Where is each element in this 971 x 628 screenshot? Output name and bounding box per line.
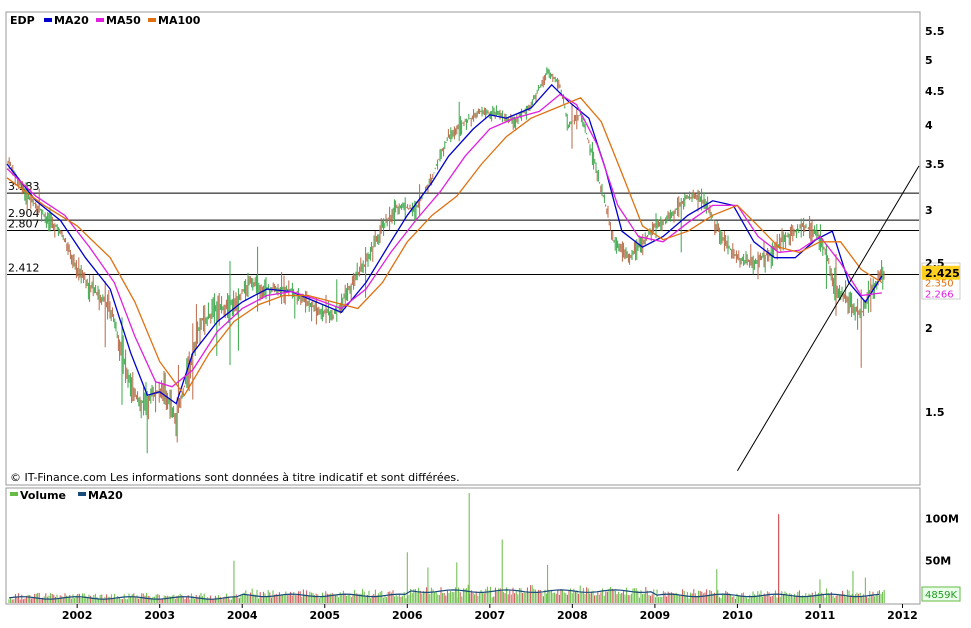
x-tick-label: 2008 xyxy=(557,609,588,622)
value-badges: 2.4252.3502.2664859K xyxy=(921,265,961,602)
volume-panel xyxy=(5,487,921,605)
y-tick-label: 5.5 xyxy=(925,25,945,38)
legend-swatch xyxy=(96,18,104,22)
y-tick-label: 3.5 xyxy=(925,158,945,171)
y-tick-label: 1.5 xyxy=(925,406,945,419)
x-tick-label: 2002 xyxy=(62,609,93,622)
y-tick-label: 3 xyxy=(925,204,933,217)
x-tick-label: 2006 xyxy=(392,609,423,622)
legend-swatch xyxy=(44,18,52,22)
side-value-label: 2.350 xyxy=(925,279,954,290)
legend-item: MA100 xyxy=(158,14,201,27)
level-label: 2.807 xyxy=(8,217,40,230)
volume-tick-label: 50M xyxy=(925,555,951,568)
x-tick-label: 2011 xyxy=(805,609,836,622)
y-tick-label: 2 xyxy=(925,322,933,335)
legend-swatch xyxy=(10,492,18,496)
legend-item: MA20 xyxy=(54,14,89,27)
x-tick-label: 2010 xyxy=(722,609,753,622)
price-axis: 5.554.543.532.521.5 xyxy=(925,25,945,419)
legend-swatch xyxy=(148,18,156,22)
legend-item: MA20 xyxy=(88,489,123,502)
volume-tick-label: 100M xyxy=(925,512,959,525)
legend-item: Volume xyxy=(20,489,66,502)
y-tick-label: 5 xyxy=(925,54,933,67)
x-tick-label: 2003 xyxy=(144,609,175,622)
volume-last-label: 4859K xyxy=(925,590,957,601)
legend-item: EDP xyxy=(10,14,35,27)
side-value-label: 2.266 xyxy=(925,289,954,300)
stock-chart: 3.1832.9042.8072.412 5.554.543.532.521.5… xyxy=(5,11,961,622)
date-axis: 2002 2003 2004 2005 2006 2007 2008 2009 2010 2011… xyxy=(62,604,918,622)
y-tick-label: 4 xyxy=(925,119,933,132)
legend-item: MA50 xyxy=(106,14,141,27)
x-tick-label: 2009 xyxy=(640,609,671,622)
copyright-note: © IT-Finance.com Les informations sont d… xyxy=(10,471,460,484)
x-tick-label: 2004 xyxy=(227,609,258,622)
x-tick-label: 2012 xyxy=(887,609,918,622)
level-label: 2.412 xyxy=(8,261,40,274)
legend-swatch xyxy=(78,492,86,496)
x-tick-label: 2007 xyxy=(475,609,506,622)
y-tick-label: 4.5 xyxy=(925,85,945,98)
volume-axis: 100M 50M xyxy=(925,512,959,567)
x-tick-label: 2005 xyxy=(309,609,340,622)
